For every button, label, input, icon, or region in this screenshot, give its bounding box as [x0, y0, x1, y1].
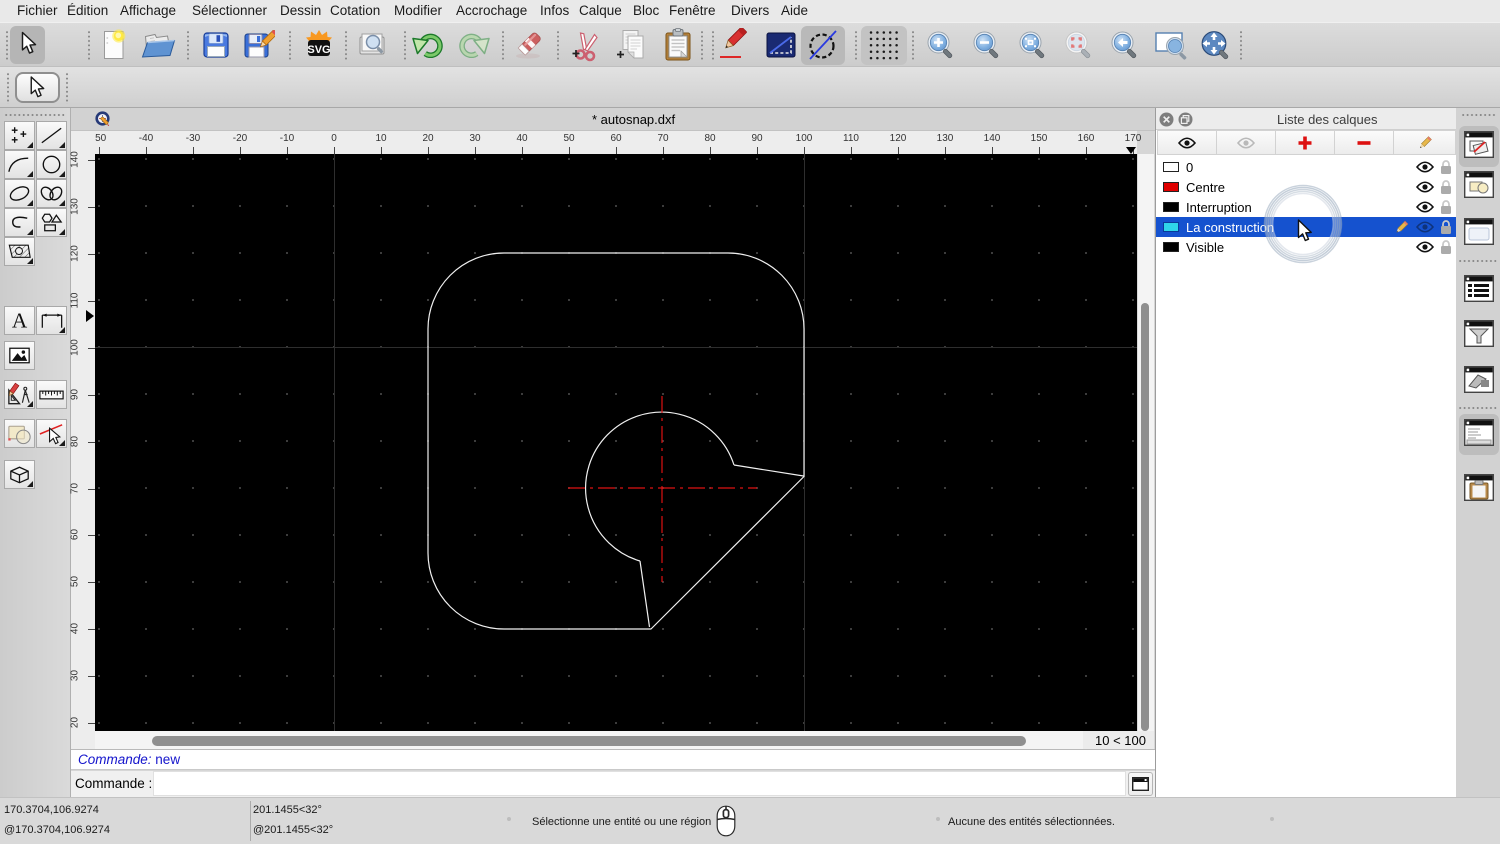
svg-text:SVG: SVG [307, 44, 330, 56]
svg-text:A: A [12, 309, 28, 333]
